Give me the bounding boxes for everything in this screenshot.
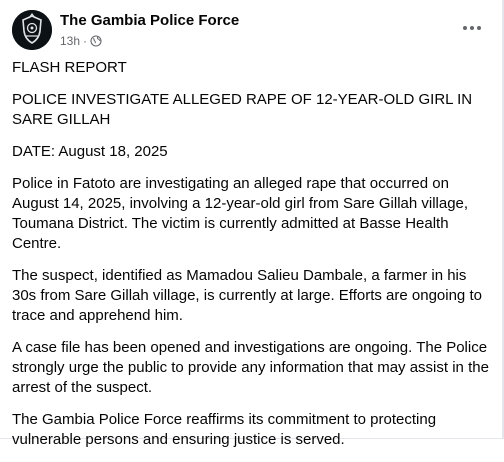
facebook-post: The Gambia Police Force 13h · FLASH REPO… [0,0,504,448]
post-paragraph-incident: Police in Fatoto are investigating an al… [12,175,469,252]
police-crest-icon [12,10,52,50]
post-paragraph-suspect: The suspect, identified as Mamadou Salie… [12,267,482,324]
more-options-icon [463,26,481,30]
post-paragraph-date: DATE: August 18, 2025 [12,143,168,160]
meta-separator: · [83,34,88,48]
author-name[interactable]: The Gambia Police Force [60,12,239,29]
post-timestamp[interactable]: 13h [60,34,80,48]
globe-icon [90,35,102,47]
avatar[interactable] [12,10,52,50]
post-paragraph-investigation: A case file has been opened and investig… [12,339,489,396]
post-meta: 13h · [60,33,102,49]
post-body: FLASH REPORT POLICE INVESTIGATE ALLEGED … [12,58,490,462]
post-paragraph-headline: POLICE INVESTIGATE ALLEGED RAPE OF 12-YE… [12,91,473,128]
post-paragraph-flash-report: FLASH REPORT [12,59,127,76]
more-options-button[interactable] [454,14,490,42]
post-header: The Gambia Police Force 13h · [12,8,490,52]
post-paragraph-commitment: The Gambia Police Force reaffirms its co… [12,411,437,448]
